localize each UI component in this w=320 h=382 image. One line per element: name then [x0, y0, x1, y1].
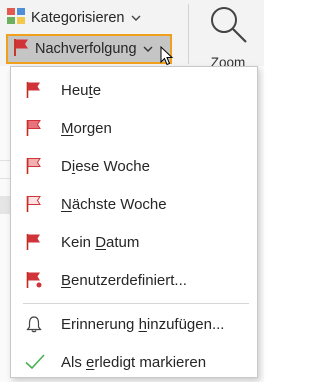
categorize-button[interactable]: Kategorisieren [6, 6, 141, 30]
menu-item-label: Nächste Woche [61, 195, 167, 213]
followup-label: Nachverfolgung [35, 41, 137, 57]
flag-tomorrow-icon [25, 119, 43, 137]
mouse-cursor-icon [160, 45, 174, 71]
checkmark-icon [25, 353, 45, 371]
menu-item-custom[interactable]: Benutzerdefiniert... [11, 261, 257, 299]
menu-item-label: Morgen [61, 119, 112, 137]
menu-item-this-week[interactable]: Diese Woche [11, 147, 257, 185]
ribbon-divider [188, 4, 189, 64]
menu-item-label: Heute [61, 81, 102, 99]
list-divider [0, 178, 10, 179]
menu-item-today[interactable]: Heute [11, 71, 257, 109]
menu-item-label: Benutzerdefiniert... [61, 271, 187, 289]
chevron-down-icon [143, 41, 153, 57]
categorize-label: Kategorisieren [31, 10, 125, 26]
followup-dropdown-menu: Heute Morgen Diese Woche Nächste Woche K [10, 66, 258, 378]
list-selection [0, 196, 10, 214]
menu-item-add-reminder[interactable]: Erinnerung hinzufügen... [11, 305, 257, 343]
flag-no-date-icon [25, 233, 43, 251]
menu-item-next-week[interactable]: Nächste Woche [11, 185, 257, 223]
menu-item-label: Als erledigt markieren [61, 353, 207, 371]
menu-separator [23, 303, 249, 304]
menu-item-mark-complete[interactable]: Als erledigt markieren [11, 343, 257, 381]
flag-next-week-icon [25, 195, 43, 213]
menu-item-tomorrow[interactable]: Morgen [11, 109, 257, 147]
chevron-down-icon [131, 10, 141, 26]
red-flag-icon [12, 37, 30, 61]
magnifier-icon [206, 2, 250, 51]
flag-this-week-icon [25, 157, 43, 175]
flag-custom-icon [25, 271, 43, 289]
outlook-window: Kategorisieren Nachverfolgung Zoom Heute… [0, 0, 264, 382]
menu-item-label: Diese Woche [61, 157, 150, 175]
list-divider [0, 160, 10, 161]
menu-item-label: Kein Datum [61, 233, 140, 251]
zoom-button[interactable]: Zoom [196, 2, 260, 70]
categories-icon [6, 7, 26, 29]
menu-item-no-date[interactable]: Kein Datum [11, 223, 257, 261]
menu-item-label: Erinnerung hinzufügen... [61, 315, 225, 333]
ribbon: Kategorisieren Nachverfolgung Zoom [0, 0, 264, 70]
flag-today-icon [25, 81, 43, 99]
bell-icon [25, 315, 43, 333]
followup-button[interactable]: Nachverfolgung [6, 34, 172, 64]
